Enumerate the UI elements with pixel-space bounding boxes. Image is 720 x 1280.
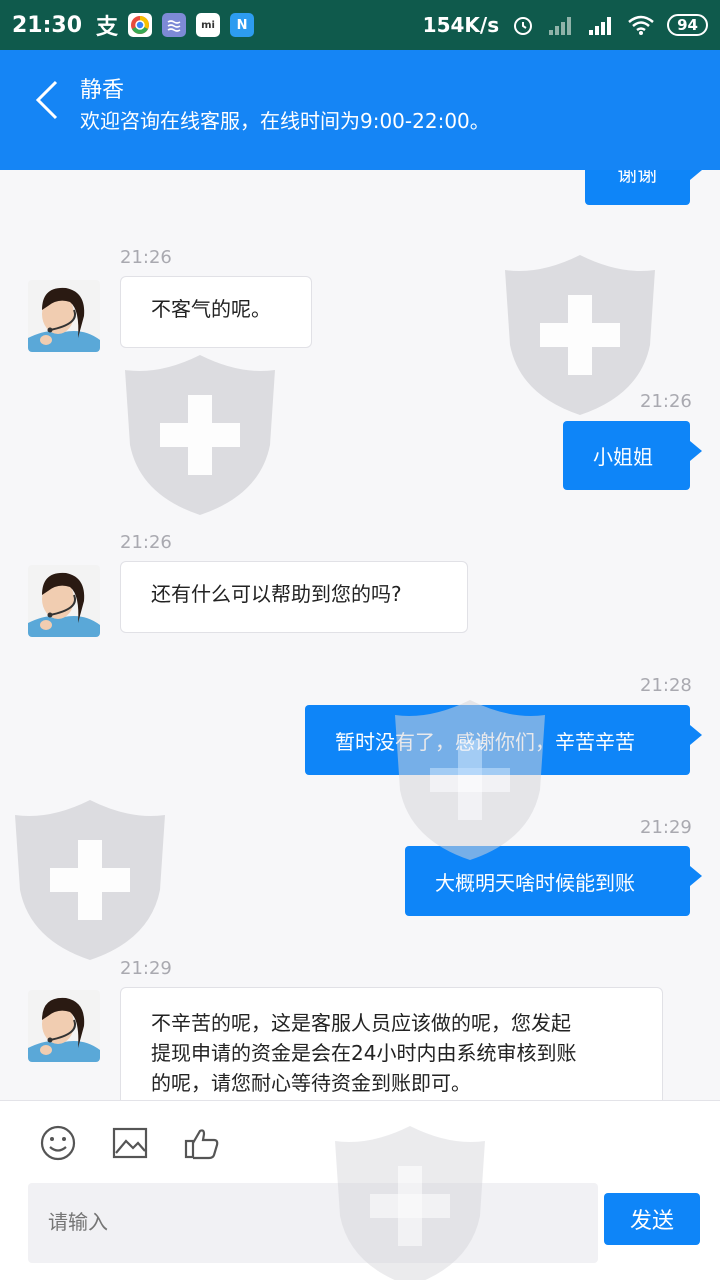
- message-bubble-incoming[interactable]: 还有什么可以帮助到您的吗?: [120, 561, 468, 633]
- message-text: 暂时没有了，感谢你们，辛苦辛苦: [335, 729, 635, 754]
- message-timestamp: 21:29: [120, 958, 172, 979]
- message-text: 不客气的呢。: [151, 297, 271, 321]
- shield-watermark-icon: [15, 800, 165, 960]
- message-bubble-incoming[interactable]: 不辛苦的呢，这是客服人员应该做的呢，您发起 提现申请的资金是会在24小时内由系统…: [120, 987, 663, 1100]
- image-icon[interactable]: [110, 1123, 150, 1163]
- thumbs-up-icon[interactable]: [182, 1123, 222, 1163]
- message-text: 还有什么可以帮助到您的吗?: [151, 582, 402, 606]
- service-hours: 欢迎咨询在线客服，在线时间为9:00-22:00。: [80, 109, 490, 133]
- wifi-icon: [628, 15, 654, 35]
- chrome-icon: [128, 13, 153, 37]
- message-timestamp: 21:28: [640, 675, 692, 696]
- agent-avatar: [28, 565, 100, 637]
- agent-avatar: [28, 990, 100, 1062]
- message-text: 小姐姐: [593, 445, 653, 469]
- agent-name: 静香: [80, 78, 125, 103]
- shield-watermark-icon: [505, 255, 655, 415]
- chevron-left-icon[interactable]: [30, 80, 66, 120]
- network-speed: 154K/s: [422, 13, 500, 37]
- emoji-icon[interactable]: [38, 1123, 78, 1163]
- message-timestamp: 21:26: [120, 532, 172, 553]
- status-bar: 21:30 支 mi N 154K/s 94: [0, 0, 720, 50]
- message-bubble-outgoing[interactable]: 谢谢: [585, 170, 702, 205]
- message-timestamp: 21:26: [120, 247, 172, 268]
- message-text-line: 的呢，请您耐心等待资金到账即可。: [151, 1071, 471, 1095]
- message-timestamp: 21:26: [640, 391, 692, 412]
- status-right: 154K/s 94: [423, 13, 708, 37]
- message-bubble-outgoing[interactable]: 大概明天啥时候能到账: [405, 846, 702, 916]
- send-button[interactable]: 发送: [604, 1193, 700, 1245]
- message-text: 谢谢: [617, 170, 658, 186]
- input-toolbar: 发送: [0, 1100, 720, 1280]
- n-icon: N: [230, 13, 255, 37]
- battery-icon: 94: [667, 14, 708, 36]
- agent-avatar: [28, 280, 100, 352]
- message-timestamp: 21:29: [640, 817, 692, 838]
- message-text-line: 提现申请的资金是会在24小时内由系统审核到账: [151, 1041, 577, 1065]
- message-input[interactable]: [28, 1183, 598, 1263]
- status-time: 21:30: [12, 12, 83, 38]
- chat-messages[interactable]: 谢谢 21:26 不客气的呢。 21:26 小姐姐 21:26 还有什么可以帮助…: [0, 170, 720, 1100]
- message-bubble-outgoing[interactable]: 暂时没有了，感谢你们，辛苦辛苦: [305, 705, 702, 775]
- message-text: 大概明天啥时候能到账: [435, 870, 635, 895]
- signal-icon: [549, 17, 572, 35]
- alarm-icon: [514, 17, 533, 35]
- signal-icon: [589, 17, 612, 35]
- message-bubble-outgoing[interactable]: 小姐姐: [563, 421, 702, 490]
- chat-header: 静香 欢迎咨询在线客服，在线时间为9:00-22:00。: [0, 50, 720, 170]
- mi-icon: mi: [196, 13, 221, 37]
- shield-watermark-icon: [125, 355, 275, 515]
- alipay-icon: 支: [96, 15, 119, 40]
- message-text-line: 不辛苦的呢，这是客服人员应该做的呢，您发起: [151, 1011, 571, 1035]
- app-icon: [162, 13, 187, 37]
- message-bubble-incoming[interactable]: 不客气的呢。: [120, 276, 312, 348]
- notification-icons: 支 mi N: [96, 9, 255, 41]
